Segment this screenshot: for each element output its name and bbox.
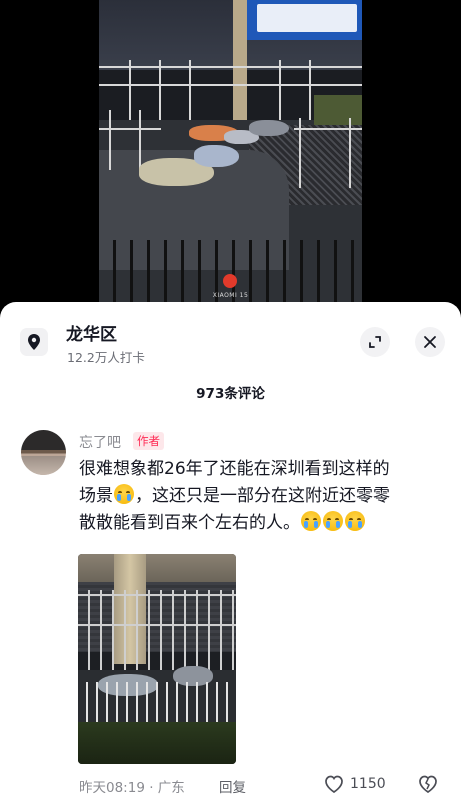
location-pin-icon[interactable] [20, 328, 48, 356]
heart-icon[interactable] [323, 774, 345, 794]
photo-fence-post [299, 118, 301, 188]
close-button[interactable] [415, 327, 445, 357]
author-badge: 作者 [133, 432, 164, 450]
photo-fence-rail [99, 66, 362, 68]
location-name[interactable]: 龙华区 [66, 320, 117, 345]
photo-fence-rail [99, 84, 362, 86]
comment-time-location: 昨天08:19 · 广东 [79, 780, 185, 796]
avatar[interactable] [21, 430, 66, 475]
comment-text-line: 场景 ，这还只是一部分在这附近还零零 [79, 484, 390, 506]
comment-text-line: 很难想象都26年了还能在深圳看到这样的 [79, 459, 390, 479]
photo-building-sign-inner [257, 4, 357, 32]
close-icon [424, 336, 436, 348]
photo-fence-post [139, 110, 141, 170]
comment-username[interactable]: 忘了吧 [79, 432, 121, 452]
photo-fence-rail [294, 128, 362, 130]
like-count: 1150 [350, 776, 386, 792]
photo-fence-post [109, 110, 111, 170]
broken-heart-icon[interactable] [417, 774, 439, 794]
reply-button[interactable]: 回复 [219, 776, 246, 796]
video-frame[interactable]: XIAOMI 15 [99, 0, 362, 302]
crying-emoji-icon [114, 484, 134, 504]
camera-watermark: XIAOMI 15 [212, 292, 249, 299]
photo-blanket [249, 120, 289, 136]
photo-fence-post [309, 60, 311, 120]
expand-icon [369, 336, 381, 348]
camera-brand-logo [223, 274, 237, 288]
photo-fence-post [279, 60, 281, 120]
video-background[interactable]: XIAOMI 15 [0, 0, 461, 302]
comment-text[interactable]: 很难想象都26年了还能在深圳看到这样的 场景 ，这还只是一部分在这附近还零零 散散… [79, 456, 439, 537]
crying-emoji-icon [323, 511, 343, 531]
photo-blanket [194, 145, 239, 167]
photo-fence-post [159, 60, 161, 120]
crying-emoji-icon [345, 511, 365, 531]
expand-button[interactable] [360, 327, 390, 357]
photo-fence-post [129, 60, 131, 120]
photo-pole [233, 0, 247, 120]
comment-text-line: 散散能看到百来个左右的人。 [79, 510, 439, 537]
crying-emoji-icon [301, 511, 321, 531]
comment-count-header: 973条评论 [196, 386, 265, 402]
photo-fence-post [189, 60, 191, 120]
photo-fence-post [349, 118, 351, 188]
comment-image[interactable] [78, 554, 236, 764]
location-checkins: 12.2万人打卡 [67, 350, 145, 365]
